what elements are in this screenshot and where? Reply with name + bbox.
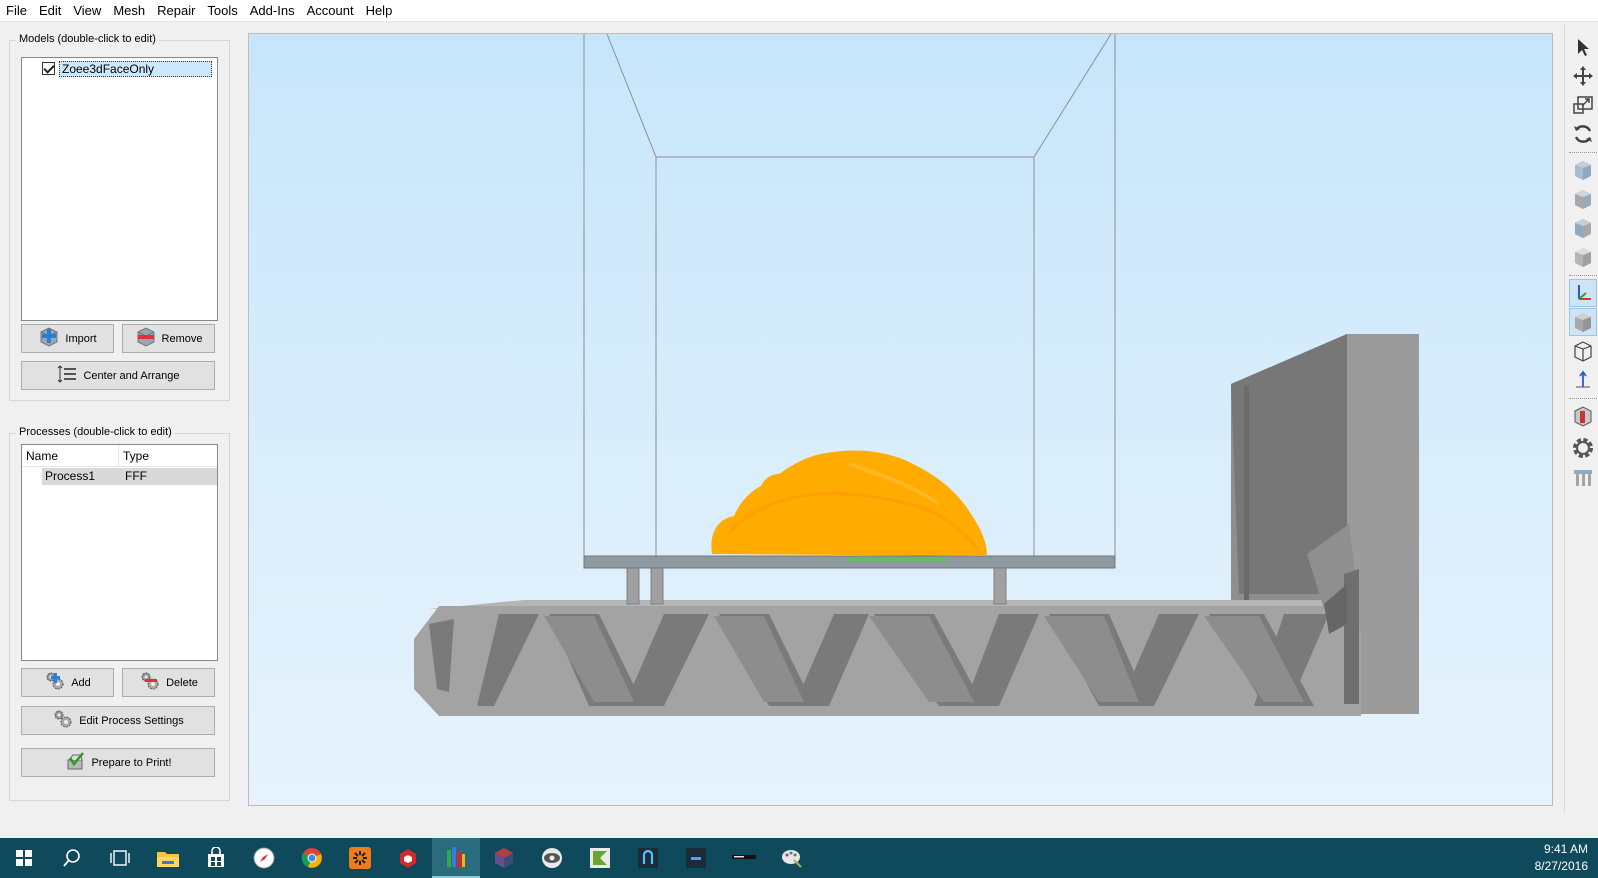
n-app-icon[interactable] <box>624 838 672 878</box>
column-header-name[interactable]: Name <box>22 445 119 466</box>
settings-gear-icon[interactable] <box>1569 434 1597 462</box>
model-item[interactable]: Zoee3dFaceOnly <box>42 60 212 77</box>
orange-app-icon[interactable] <box>336 838 384 878</box>
processes-group: Processes (double-click to edit) Name Ty… <box>9 426 230 801</box>
settings-gears-icon <box>52 708 74 733</box>
task-view-icon[interactable] <box>96 838 144 878</box>
sketchup-icon[interactable] <box>384 838 432 878</box>
menu-view[interactable]: View <box>67 0 107 22</box>
import-button[interactable]: Import <box>21 324 114 353</box>
solid-view-icon[interactable] <box>1569 308 1597 336</box>
start-icon[interactable] <box>0 838 48 878</box>
remove-button-label: Remove <box>161 332 203 345</box>
axes-icon[interactable] <box>1569 279 1597 307</box>
right-toolbar <box>1564 24 1598 814</box>
chrome-icon[interactable] <box>288 838 336 878</box>
models-group: Models (double-click to edit) Zoee3dFace… <box>9 33 230 401</box>
processes-group-title: Processes (double-click to edit) <box>16 426 175 438</box>
menu-help[interactable]: Help <box>360 0 399 22</box>
compass-app-icon[interactable] <box>240 838 288 878</box>
file-explorer-icon[interactable] <box>144 838 192 878</box>
prepare-to-print-label: Prepare to Print! <box>91 756 172 769</box>
delete-gears-icon <box>139 670 161 695</box>
delete-process-label: Delete <box>166 676 198 689</box>
terminal-app-icon[interactable] <box>720 838 768 878</box>
menu-mesh[interactable]: Mesh <box>107 0 151 22</box>
clock-time: 9:41 AM <box>1543 842 1588 856</box>
add-process-button[interactable]: Add <box>21 668 114 697</box>
processes-table[interactable]: Name Type Process1 FFF <box>21 444 218 661</box>
search-icon[interactable] <box>48 838 96 878</box>
models-list[interactable]: Zoee3dFaceOnly <box>21 57 218 321</box>
section-view-icon[interactable] <box>1569 402 1597 430</box>
model-item-name[interactable]: Zoee3dFaceOnly <box>59 60 212 77</box>
column-header-type[interactable]: Type <box>119 445 217 466</box>
menu-add-ins[interactable]: Add-Ins <box>244 0 301 22</box>
print-bed <box>583 555 1116 569</box>
add-process-label: Add <box>71 676 91 689</box>
scene-render <box>414 34 1424 716</box>
clock-date: 8/27/2016 <box>1534 859 1588 873</box>
center-and-arrange-label: Center and Arrange <box>83 369 180 382</box>
scale-icon[interactable] <box>1569 91 1597 119</box>
simplify3d-icon[interactable] <box>432 838 480 878</box>
application-window: File Edit View Mesh Repair Tools Add-Ins… <box>0 0 1598 878</box>
left-view-icon[interactable] <box>1569 214 1597 242</box>
menu-edit[interactable]: Edit <box>33 0 67 22</box>
windows-taskbar: 9:41 AM 8/27/2016 <box>0 838 1598 878</box>
z-axis-icon[interactable] <box>1569 366 1597 394</box>
menu-tools[interactable]: Tools <box>201 0 243 22</box>
process-type-cell: FFF <box>125 469 147 483</box>
3d-viewport[interactable] <box>248 33 1553 806</box>
import-icon <box>38 326 60 351</box>
menu-repair[interactable]: Repair <box>151 0 201 22</box>
remove-button[interactable]: Remove <box>122 324 215 353</box>
edit-process-settings-label: Edit Process Settings <box>79 714 184 727</box>
supports-icon[interactable] <box>1569 464 1597 492</box>
paint-app-icon[interactable] <box>768 838 816 878</box>
face-model <box>711 450 987 556</box>
wireframe-view-icon[interactable] <box>1569 337 1597 365</box>
processes-table-header: Name Type <box>22 445 217 467</box>
right-view-icon[interactable] <box>1569 243 1597 271</box>
models-group-title: Models (double-click to edit) <box>16 33 159 45</box>
bed-supports <box>626 567 1007 605</box>
model-visible-checkbox[interactable] <box>42 62 55 75</box>
dash-app-icon[interactable] <box>672 838 720 878</box>
prepare-print-icon <box>64 750 86 775</box>
red-cube-app-icon[interactable] <box>480 838 528 878</box>
remove-icon <box>135 326 157 351</box>
move-icon[interactable] <box>1569 62 1597 90</box>
menu-account[interactable]: Account <box>301 0 360 22</box>
edit-process-settings-button[interactable]: Edit Process Settings <box>21 706 215 735</box>
menu-bar: File Edit View Mesh Repair Tools Add-Ins… <box>0 0 1598 22</box>
arrange-icon <box>56 364 78 387</box>
front-view-icon[interactable] <box>1569 156 1597 184</box>
green-app-icon[interactable] <box>576 838 624 878</box>
prepare-to-print-button[interactable]: Prepare to Print! <box>21 748 215 777</box>
rotate-icon[interactable] <box>1569 120 1597 148</box>
back-view-icon[interactable] <box>1569 185 1597 213</box>
import-button-label: Import <box>65 332 97 345</box>
system-clock[interactable]: 9:41 AM 8/27/2016 <box>1535 841 1588 875</box>
select-arrow-icon[interactable] <box>1569 33 1597 61</box>
center-and-arrange-button[interactable]: Center and Arrange <box>21 361 215 390</box>
process-name-cell: Process1 <box>45 469 96 483</box>
store-icon[interactable] <box>192 838 240 878</box>
table-row[interactable]: Process1 FFF <box>42 468 217 485</box>
menu-file[interactable]: File <box>3 0 33 22</box>
delete-process-button[interactable]: Delete <box>122 668 215 697</box>
eye-app-icon[interactable] <box>528 838 576 878</box>
add-gears-icon <box>44 670 66 695</box>
